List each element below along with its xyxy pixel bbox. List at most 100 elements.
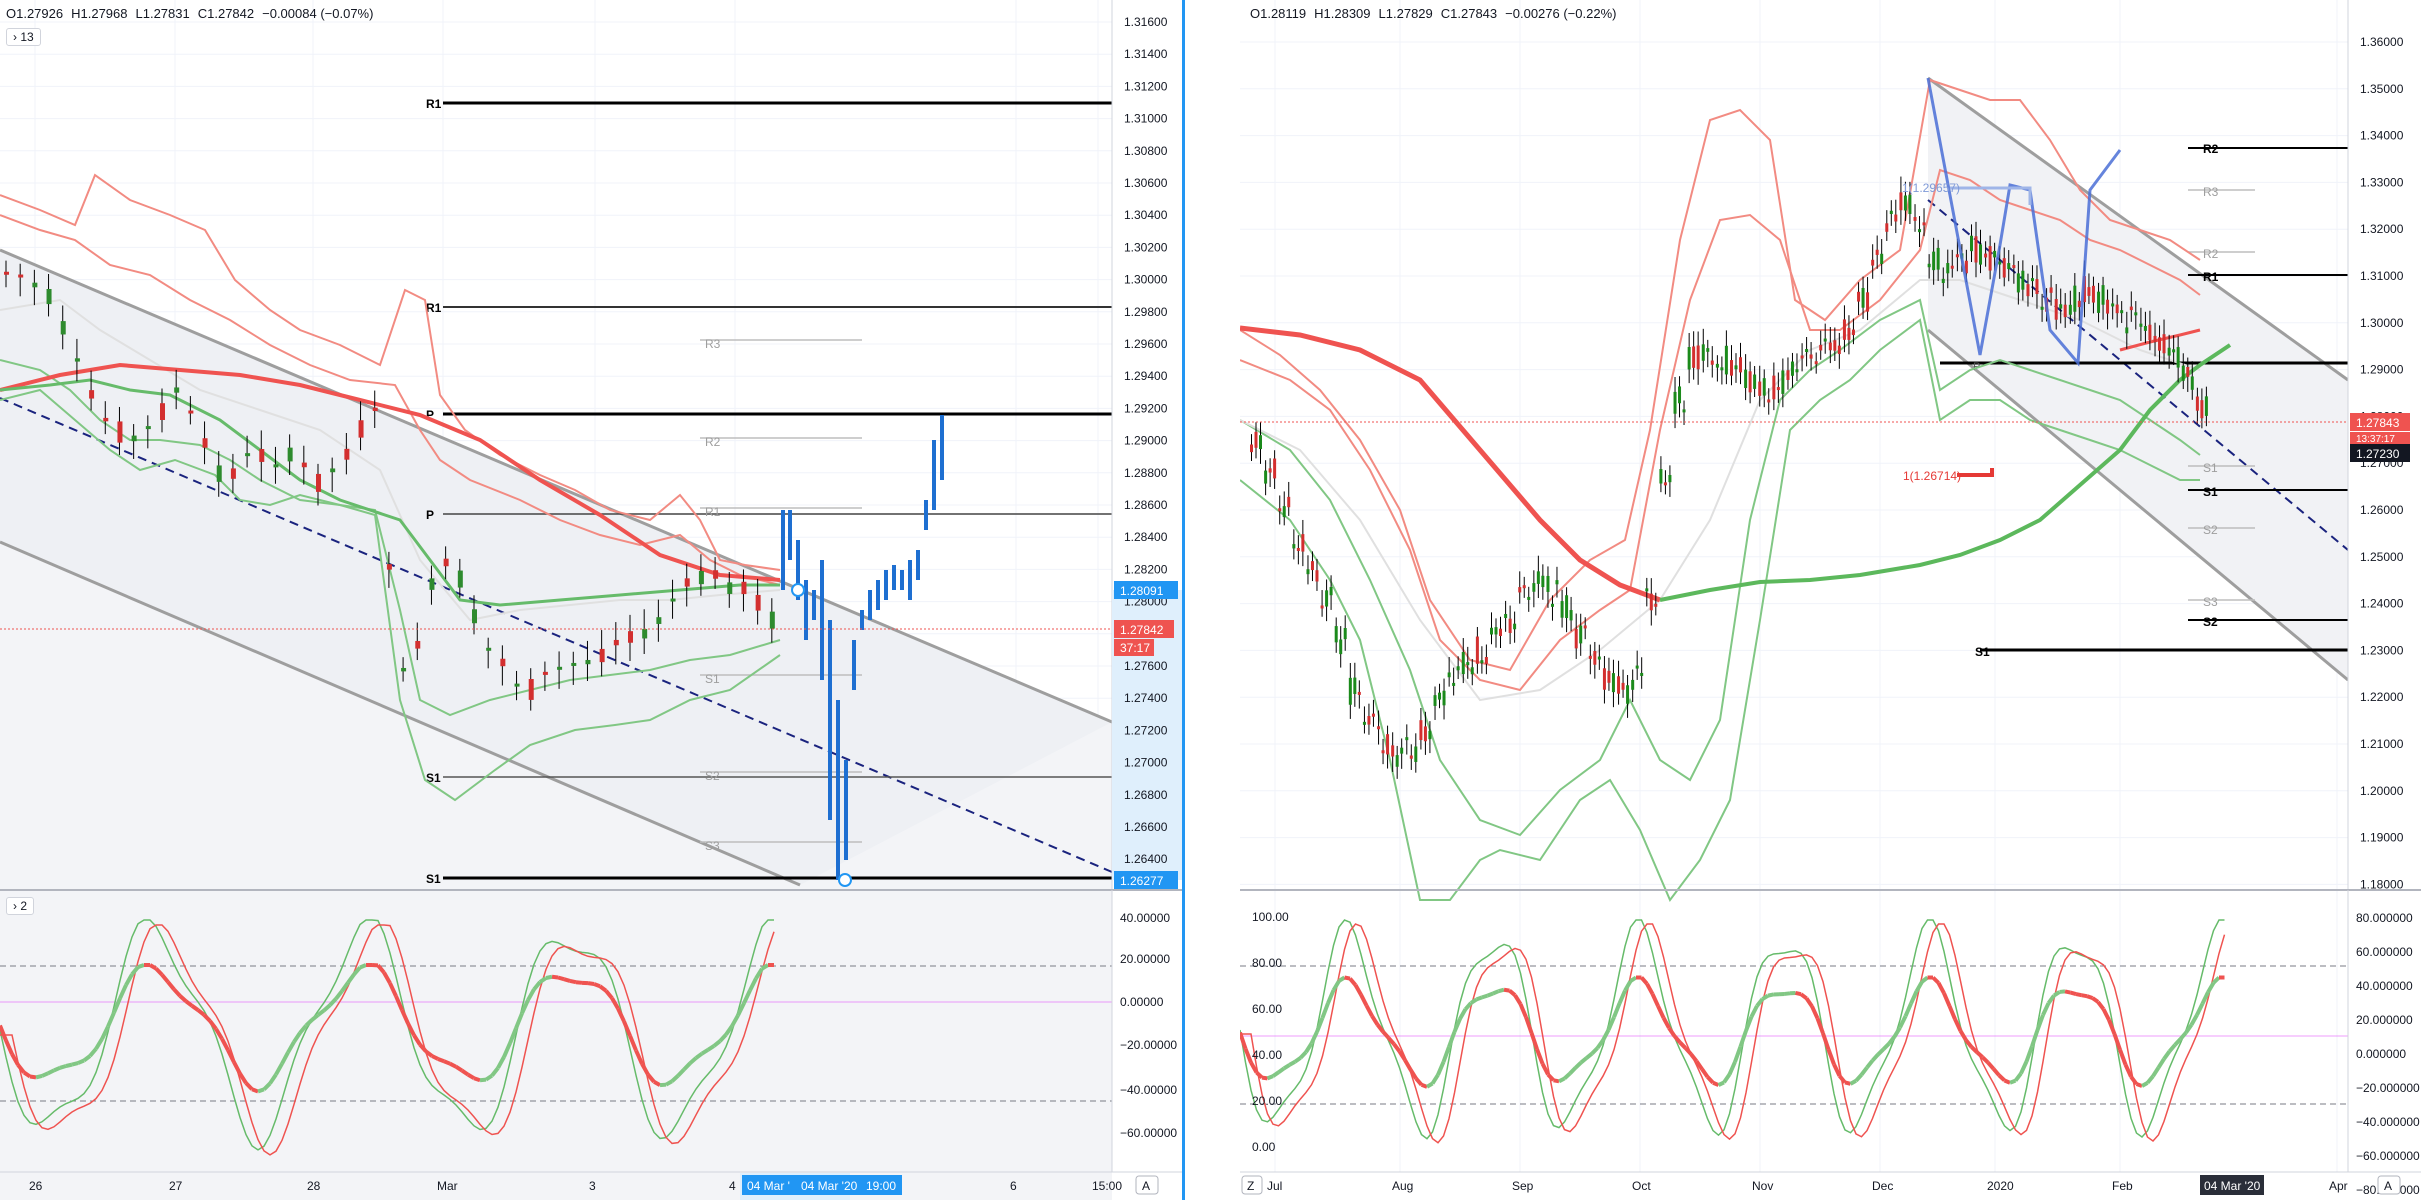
osc-signal: [1727, 1061, 1737, 1076]
pivot-label-r1: R1: [2203, 270, 2219, 284]
candle-body: [1950, 265, 1954, 269]
candle-body: [103, 417, 109, 422]
candle-body: [1932, 251, 1936, 271]
low-value: L1.27831: [135, 6, 190, 21]
time-tick-label: Mar: [437, 1179, 458, 1193]
candle-body: [1513, 623, 1517, 630]
right-chart-panel[interactable]: O1.28119 H1.28309 L1.27829 C1.27843 −0.00276…: [1240, 0, 2421, 1200]
candle-body: [32, 282, 38, 288]
candle-body: [486, 647, 492, 651]
time-tick-label: Sep: [1512, 1179, 1534, 1193]
osc-signal: [2069, 990, 2077, 996]
pivot-label-s3-gray: S3: [2203, 595, 2218, 609]
candle-body: [1456, 666, 1460, 671]
price-tick-label: 1.20000: [2360, 784, 2404, 798]
right-chart-canvas[interactable]: R2 R3 R2 R1 P S1 S1 S2 S3 S2 S1 1(1.2965…: [1240, 0, 2421, 1200]
price-tick-label: 1.29000: [1124, 434, 1168, 448]
candle-body: [2040, 306, 2044, 310]
osc-signal: [1837, 1074, 1847, 1084]
osc-signal: [71, 1061, 79, 1067]
candle-body: [1880, 253, 1884, 264]
candle-body: [216, 465, 222, 482]
left-chart-canvas[interactable]: R1 R1 P P S1 S1 R3 R2 R1 S1 S2 S3 1.3160…: [0, 0, 1185, 1200]
osc-signal: [437, 1057, 445, 1064]
osc-signal: [1288, 1060, 1297, 1067]
time-tick-label: Aug: [1392, 1179, 1413, 1193]
osc-signal: [2041, 1002, 2051, 1016]
candle-body: [1555, 580, 1559, 585]
candle-body: [1405, 737, 1409, 741]
osc-signal: [551, 974, 559, 980]
candle-body: [316, 473, 321, 492]
osc-signal: [1859, 1066, 1869, 1076]
osc-signal: [1854, 1073, 1863, 1083]
candle-body: [585, 659, 591, 665]
time-tick-label: Jul: [1267, 1179, 1282, 1193]
candle-body: [202, 438, 208, 448]
countdown-text: 37:17: [1120, 641, 1150, 655]
osc-signal: [1795, 991, 1802, 997]
left-chart-panel[interactable]: O1.27926 H1.27968 L1.27831 C1.27842 −0.00084…: [0, 0, 1185, 1200]
osc-signal: [1997, 1073, 2006, 1082]
candle-body: [1320, 605, 1324, 609]
osc-signal: [1425, 1081, 1434, 1089]
candle-body: [1593, 650, 1597, 665]
osc-signal: [1849, 1079, 1857, 1086]
candle-body: [1715, 363, 1719, 368]
oscillator-legend-toggle[interactable]: › 2: [6, 897, 35, 915]
candle-body: [1659, 469, 1663, 484]
candle-body: [1673, 391, 1677, 414]
osc-tick-label: −60.000000: [2356, 1149, 2420, 1163]
osc-signal: [1914, 980, 1924, 993]
candle-body: [2016, 273, 2020, 293]
osc-signal: [1844, 1080, 1851, 1086]
candle-body: [1701, 344, 1705, 361]
osc-signal: [443, 1059, 451, 1066]
price-tick-label: 1.30400: [1124, 208, 1168, 222]
price-tick-label: 1.25000: [2360, 550, 2404, 564]
candle-body: [1687, 347, 1691, 370]
candle-body: [2087, 287, 2091, 296]
close-value: C1.27843: [1440, 6, 1498, 21]
osc-signal: [1617, 989, 1627, 1005]
candle-body: [1635, 665, 1639, 669]
osc-signal: [1503, 987, 1510, 993]
osc-signal: [1871, 1053, 1880, 1062]
osc-tick-label: −20.00000: [1120, 1038, 1177, 1052]
candle-body: [1367, 716, 1371, 725]
candle-body: [1645, 588, 1649, 592]
candle-body: [1315, 570, 1319, 582]
candle-body: [1682, 409, 1686, 413]
price-tick-label: 1.27200: [1124, 723, 1168, 737]
osc-signal: [1931, 976, 1940, 985]
candle-body: [1828, 342, 1832, 351]
candle-body: [2007, 263, 2011, 270]
candle-body: [1391, 745, 1395, 757]
candle-body: [1250, 444, 1253, 453]
osc-signal: [1804, 997, 1814, 1008]
candle-body: [1758, 381, 1762, 396]
candle-body: [1894, 214, 1898, 222]
price-tick-label: 1.29200: [1124, 401, 1168, 415]
main-indicator-legend-toggle[interactable]: › 13: [6, 28, 41, 46]
crosshair-anchor-bottom[interactable]: [838, 873, 852, 887]
time-tick-label: 6: [1010, 1179, 1017, 1193]
candle-body: [1776, 387, 1780, 391]
osc-axis-bg: [2348, 892, 2421, 1172]
pivot-label-s1-bottom: S1: [426, 872, 441, 886]
right-time-axis[interactable]: Jul Aug Sep Oct Nov Dec 2020 Feb Apr: [1267, 1179, 2348, 1193]
osc-signal: [545, 974, 553, 980]
candle-body: [1936, 247, 1940, 270]
osc-signal: [2141, 1081, 2149, 1088]
candle-body: [1640, 672, 1644, 676]
osc-signal: [2129, 1075, 2139, 1086]
candle-body: [613, 639, 619, 646]
candle-body: [1259, 435, 1262, 450]
osc-signal: [1986, 1061, 1995, 1071]
candle-body: [1546, 575, 1550, 592]
price-tick-label: 1.31200: [1124, 79, 1168, 93]
pivot-label-r3-gray: R3: [2203, 185, 2219, 199]
crosshair-anchor-top[interactable]: [791, 583, 805, 597]
time-tick-label: Oct: [1632, 1179, 1651, 1193]
osc-signal: [1942, 992, 1952, 1007]
